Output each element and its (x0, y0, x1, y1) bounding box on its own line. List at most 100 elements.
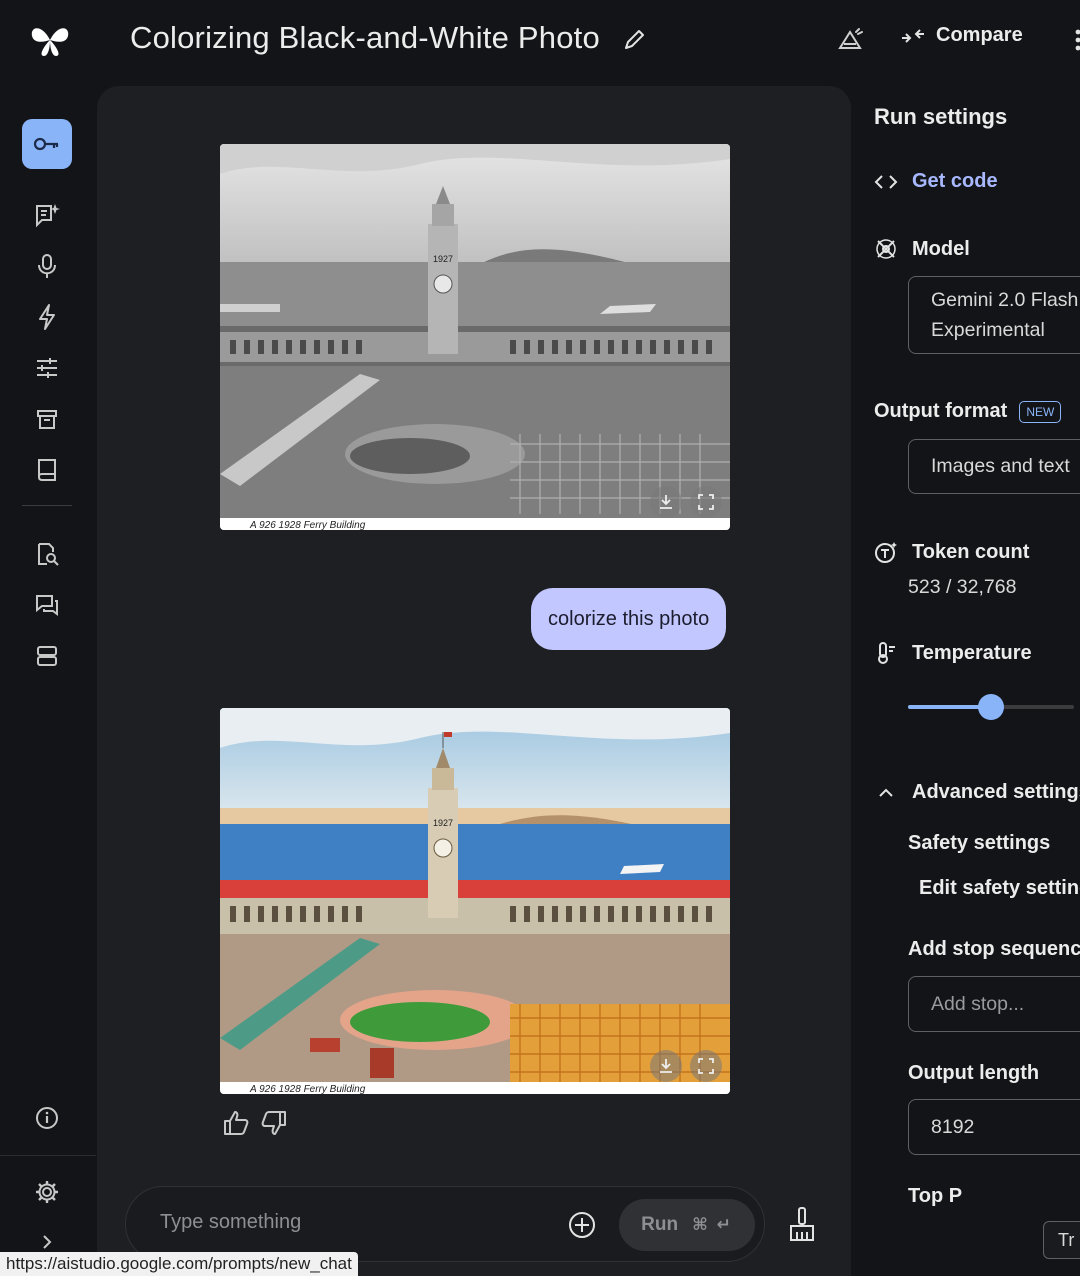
gemini-studio-logo[interactable] (28, 20, 72, 60)
rail-item-feedback[interactable] (22, 580, 72, 630)
fullscreen-button[interactable] (690, 486, 722, 518)
microphone-icon (38, 254, 56, 278)
colorized-photo[interactable]: 1927 A 926 1928 Ferry Building (220, 708, 730, 1094)
temperature-slider[interactable] (908, 694, 1074, 720)
temperature-label-row: Temperature (874, 641, 1032, 665)
run-shortcut: ⌘ ↵ (692, 1215, 733, 1234)
status-url: https://aistudio.google.com/prompts/new_… (0, 1252, 358, 1276)
token-icon (875, 542, 897, 563)
run-label: Run (641, 1214, 679, 1235)
photo-caption: A 926 1928 Ferry Building (249, 520, 366, 530)
top-p-label: Top P (908, 1185, 963, 1207)
settings-heading: Run settings (874, 104, 1008, 129)
original-photo[interactable]: 1927 A 926 1928 Ferry Building (220, 144, 730, 530)
tower-sign-text: 1927 (433, 254, 453, 264)
temperature-slider-thumb[interactable] (978, 694, 1004, 720)
prompt-input[interactable] (160, 1211, 520, 1234)
chevron-up-icon (879, 788, 893, 797)
safety-settings-label: Safety settings (908, 832, 1051, 854)
model-value-line1: Gemini 2.0 Flash (931, 289, 1079, 311)
token-count-label-row: Token count (874, 540, 1029, 564)
model-label: Model (912, 237, 970, 260)
photo-caption: A 926 1928 Ferry Building (249, 1084, 366, 1094)
arrows-in-icon (902, 28, 924, 43)
photo-actions (650, 486, 722, 518)
rail-item-tune[interactable] (22, 343, 72, 393)
edit-safety-settings-link[interactable]: Edit safety settings (919, 877, 1080, 900)
left-rail (0, 84, 96, 1276)
color-ferry-building-image: 1927 A 926 1928 Ferry Building (220, 708, 730, 1094)
book-icon (38, 459, 56, 481)
download-button[interactable] (650, 486, 682, 518)
fullscreen-icon (698, 1058, 714, 1074)
output-format-select[interactable]: Images and text (908, 439, 1080, 494)
model-select[interactable]: Gemini 2.0 Flash Experimental (908, 276, 1080, 354)
output-length-label: Output length (908, 1062, 1040, 1084)
pencil-icon[interactable] (620, 26, 648, 54)
page-title: Colorizing Black-and-White Photo (130, 20, 600, 55)
archive-icon (37, 410, 57, 429)
output-format-label: Output format (874, 400, 1008, 422)
fullscreen-button[interactable] (690, 1050, 722, 1082)
compare-label: Compare (936, 24, 1023, 46)
rail-item-api-key[interactable] (22, 119, 72, 169)
rail-item-docs[interactable] (22, 445, 72, 495)
get-code-label: Get code (912, 170, 998, 192)
rail-item-chat-prompt[interactable] (22, 190, 72, 240)
chat-spark-icon (36, 204, 60, 228)
info-icon (36, 1107, 58, 1129)
rail-divider (22, 505, 72, 506)
download-icon (660, 495, 672, 509)
temperature-label: Temperature (912, 641, 1032, 664)
chevron-right-icon (43, 1235, 52, 1249)
doc-search-icon (38, 543, 59, 566)
storage-icon (37, 646, 57, 666)
stop-sequence-input[interactable]: Add stop... (908, 976, 1080, 1032)
bw-ferry-building-image: 1927 A 926 1928 Ferry Building (220, 144, 730, 530)
advanced-settings-toggle[interactable]: Advanced settings (874, 781, 1080, 804)
add-media-icon[interactable] (566, 1209, 598, 1241)
run-button[interactable]: Run ⌘ ↵ (619, 1199, 755, 1251)
tower-sign-text: 1927 (433, 818, 453, 828)
compare-button[interactable]: Compare (900, 24, 1023, 47)
model-label-row: Model (874, 237, 970, 261)
get-code-link[interactable]: Get code (874, 170, 998, 193)
sliders-icon (37, 358, 57, 378)
rail-item-storage[interactable] (22, 631, 72, 681)
compare-icon[interactable] (834, 24, 866, 56)
thumbs-down-icon[interactable] (259, 1108, 289, 1138)
user-message-bubble: colorize this photo (531, 588, 727, 650)
prompt-composer: Run ⌘ ↵ (125, 1186, 765, 1262)
output-length-input[interactable]: 8192 (908, 1099, 1080, 1155)
top-bar: Colorizing Black-and-White Photo Compare (0, 0, 1080, 84)
gear-icon (36, 1181, 58, 1203)
rail-item-library[interactable] (22, 394, 72, 444)
run-settings-panel: Run settings Get code Model Gemini 2.0 F… (852, 86, 1080, 1276)
bolt-icon (39, 304, 55, 330)
more-vert-icon[interactable] (1066, 26, 1080, 54)
chat-panel: 1927 A 926 1928 Ferry Building colorize … (97, 86, 851, 1276)
truncated-chip[interactable]: Tr (1043, 1221, 1080, 1259)
output-format-value: Images and text (931, 455, 1070, 477)
thumbs-up-icon[interactable] (221, 1108, 251, 1138)
rail-divider (0, 1155, 96, 1156)
token-count-value: 523 / 32,768 (908, 576, 1017, 598)
new-badge: NEW (1019, 400, 1062, 423)
broom-icon[interactable] (787, 1206, 817, 1242)
download-icon (660, 1059, 672, 1073)
download-button[interactable] (650, 1050, 682, 1082)
rail-item-stream[interactable] (22, 241, 72, 291)
output-format-label-row: Output format NEW (874, 400, 1062, 423)
rail-item-search-prompts[interactable] (22, 529, 72, 579)
model-value-line2: Experimental (931, 319, 1045, 341)
advanced-settings-label: Advanced settings (912, 781, 1080, 803)
rail-item-starter-apps[interactable] (22, 292, 72, 342)
fullscreen-icon (698, 494, 714, 510)
rail-item-settings[interactable] (22, 1167, 72, 1217)
photo-actions (650, 1050, 722, 1082)
model-icon (876, 239, 896, 259)
code-icon (874, 174, 898, 189)
rail-item-info[interactable] (22, 1093, 72, 1143)
key-icon (33, 137, 59, 151)
stop-sequence-label: Add stop sequence (908, 938, 1080, 960)
